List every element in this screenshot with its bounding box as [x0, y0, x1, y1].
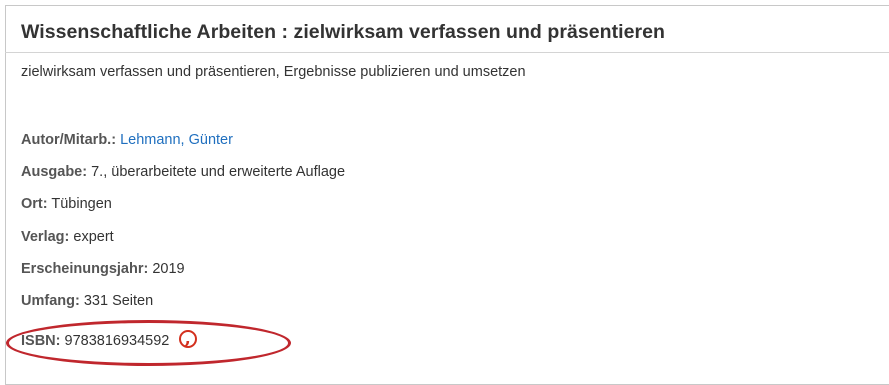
author-link[interactable]: Lehmann, Günter [120, 132, 233, 148]
field-erscheinungsjahr-value: 2019 [152, 261, 185, 277]
field-verlag: Verlag: expert [21, 227, 114, 247]
field-umfang-value: 331 Seiten [83, 293, 154, 309]
field-autor: Autor/Mitarb.: Lehmann, Günter [21, 130, 233, 150]
record-panel [5, 5, 889, 385]
field-erscheinungsjahr: Erscheinungsjahr: 2019 [21, 259, 185, 279]
field-verlag-value: expert [73, 229, 114, 245]
field-verlag-label: Verlag: [21, 229, 70, 245]
field-ausgabe-value: 7., überarbeitete und erweiterte Auflage [91, 164, 346, 180]
comma-glyph: , [184, 327, 192, 350]
field-umfang-label: Umfang: [21, 293, 80, 309]
record-title: Wissenschaftliche Arbeiten : zielwirksam… [21, 21, 666, 43]
field-ort: Ort: Tübingen [21, 194, 112, 214]
field-isbn-label: ISBN: [21, 333, 61, 349]
field-erscheinungsjahr-label: Erscheinungsjahr: [21, 261, 149, 277]
field-isbn-value: 9783816934592 [64, 333, 170, 349]
field-autor-label: Autor/Mitarb.: [21, 132, 117, 148]
coins-icon[interactable]: , [179, 327, 198, 350]
field-ausgabe: Ausgabe: 7., überarbeitete und erweitert… [21, 162, 345, 182]
field-umfang: Umfang: 331 Seiten [21, 291, 153, 311]
field-isbn: ISBN: 9783816934592 , [21, 327, 198, 351]
field-ort-label: Ort: [21, 196, 48, 212]
field-ort-value: Tübingen [51, 196, 112, 212]
record-subtitle: zielwirksam verfassen und präsentieren, … [21, 64, 526, 80]
field-ausgabe-label: Ausgabe: [21, 164, 88, 180]
title-divider [5, 52, 889, 53]
